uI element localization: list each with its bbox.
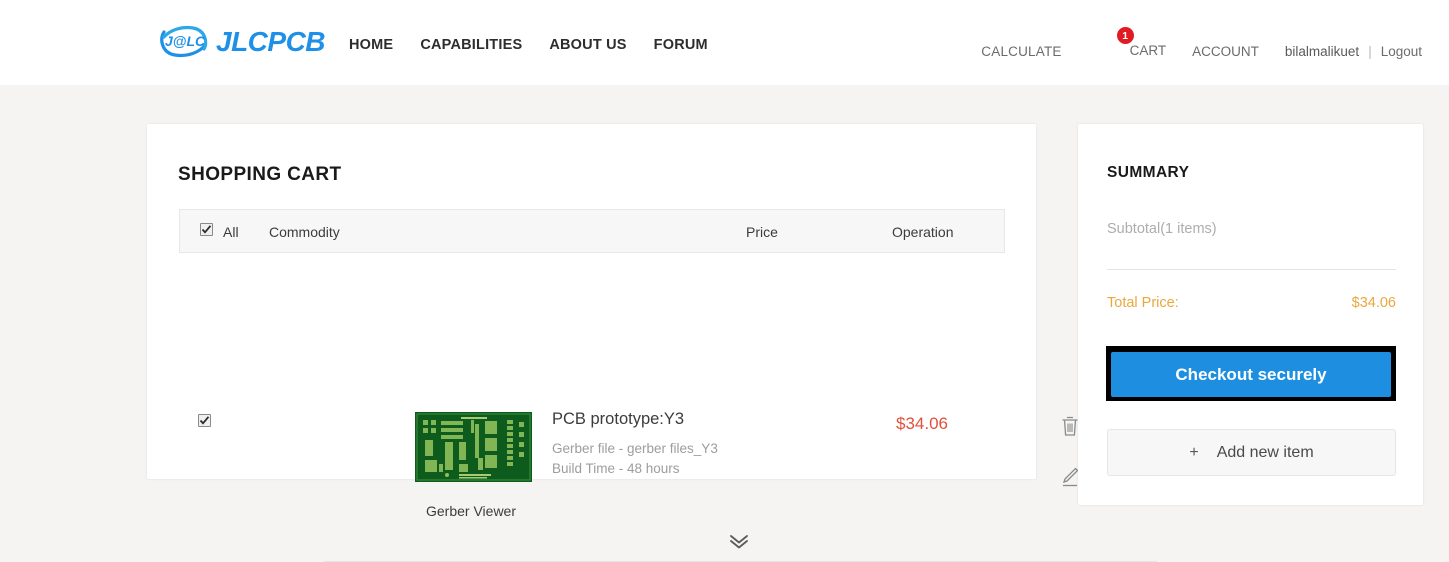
brand-name: JLCPCB [216, 26, 326, 57]
summary-title: SUMMARY [1107, 164, 1190, 181]
logout-link[interactable]: Logout [1381, 44, 1422, 59]
nav-item-about-us[interactable]: ABOUT US [549, 37, 626, 53]
svg-text:J@LC: J@LC [165, 33, 206, 49]
cart-item-title: PCB prototype:Y3 [552, 410, 685, 428]
column-header-commodity: Commodity [269, 224, 340, 240]
column-header-price: Price [746, 224, 778, 240]
gerber-viewer-link[interactable]: Gerber Viewer [426, 503, 516, 519]
nav-item-forum[interactable]: FORUM [654, 37, 708, 53]
page-title: SHOPPING CART [178, 164, 342, 185]
checkout-highlight-box: Checkout securely [1106, 346, 1396, 401]
column-header-operation: Operation [892, 224, 954, 240]
cart-count-badge: 1 [1116, 27, 1134, 44]
jlc-swoosh-logo-icon: J@LC [158, 22, 210, 62]
add-new-item-label: Add new item [1216, 443, 1314, 461]
pencil-icon[interactable] [1060, 466, 1080, 492]
trash-icon[interactable] [1060, 415, 1080, 442]
select-all-checkbox[interactable] [200, 223, 213, 236]
cart-item-gerber-file: Gerber file - gerber files_Y3 [552, 441, 718, 456]
calculate-link[interactable]: CALCULATE [981, 44, 1061, 59]
username-label[interactable]: bilalmalikuet [1285, 44, 1359, 59]
main-navigation: HOME CAPABILITIES ABOUT US FORUM [349, 37, 708, 53]
cart-label: CART [1129, 43, 1167, 58]
summary-divider [1107, 269, 1396, 270]
cart-table-header: All Commodity Price Operation [179, 209, 1005, 253]
checkout-button[interactable]: Checkout securely [1111, 352, 1391, 397]
utility-separator: | [1368, 43, 1372, 59]
cart-item-build-time: Build Time - 48 hours [552, 461, 680, 476]
row-select-checkbox[interactable] [198, 414, 211, 427]
plus-icon: + [1189, 443, 1199, 461]
total-price-label: Total Price: [1107, 295, 1179, 311]
site-logo[interactable]: J@LC JLCPCB [158, 22, 326, 62]
select-all-label: All [223, 224, 239, 240]
cart-item-price: $34.06 [896, 414, 948, 433]
add-new-item-button[interactable]: + Add new item [1107, 429, 1396, 476]
subtotal-label: Subtotal(1 items) [1107, 221, 1217, 237]
summary-panel: SUMMARY Subtotal(1 items) Total Price: $… [1078, 124, 1423, 505]
utility-navigation: CALCULATE 1 CART ACCOUNT bilalmalikuet |… [981, 27, 1422, 60]
total-price-value: $34.06 [1351, 295, 1396, 311]
account-link[interactable]: ACCOUNT [1192, 44, 1259, 59]
nav-item-capabilities[interactable]: CAPABILITIES [420, 37, 522, 53]
pcb-board-thumbnail[interactable] [415, 412, 532, 482]
shopping-cart-panel: SHOPPING CART All Commodity Price Operat… [147, 124, 1157, 562]
site-header: J@LC JLCPCB HOME CAPABILITIES ABOUT US F… [0, 0, 1449, 85]
nav-item-home[interactable]: HOME [349, 37, 393, 53]
double-chevron-down-icon[interactable] [728, 533, 750, 554]
cart-link[interactable]: 1 CART [1116, 27, 1167, 60]
